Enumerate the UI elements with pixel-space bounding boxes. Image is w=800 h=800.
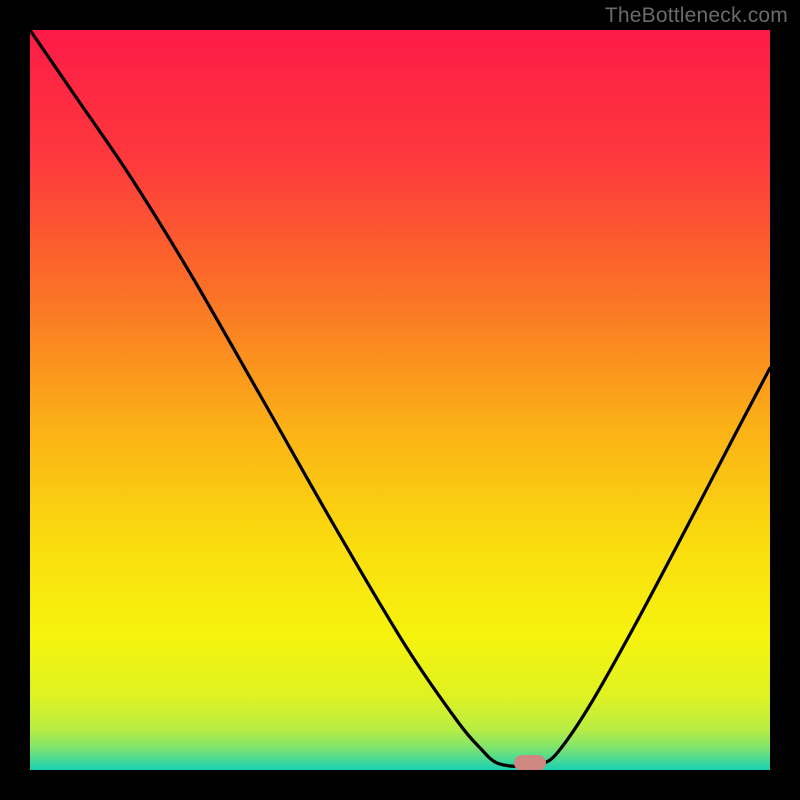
bottleneck-curve [30, 30, 770, 770]
watermark-text: TheBottleneck.com [605, 4, 788, 28]
plot-area [30, 30, 770, 770]
optimal-point-marker [514, 755, 546, 770]
chart-frame: TheBottleneck.com [0, 0, 800, 800]
